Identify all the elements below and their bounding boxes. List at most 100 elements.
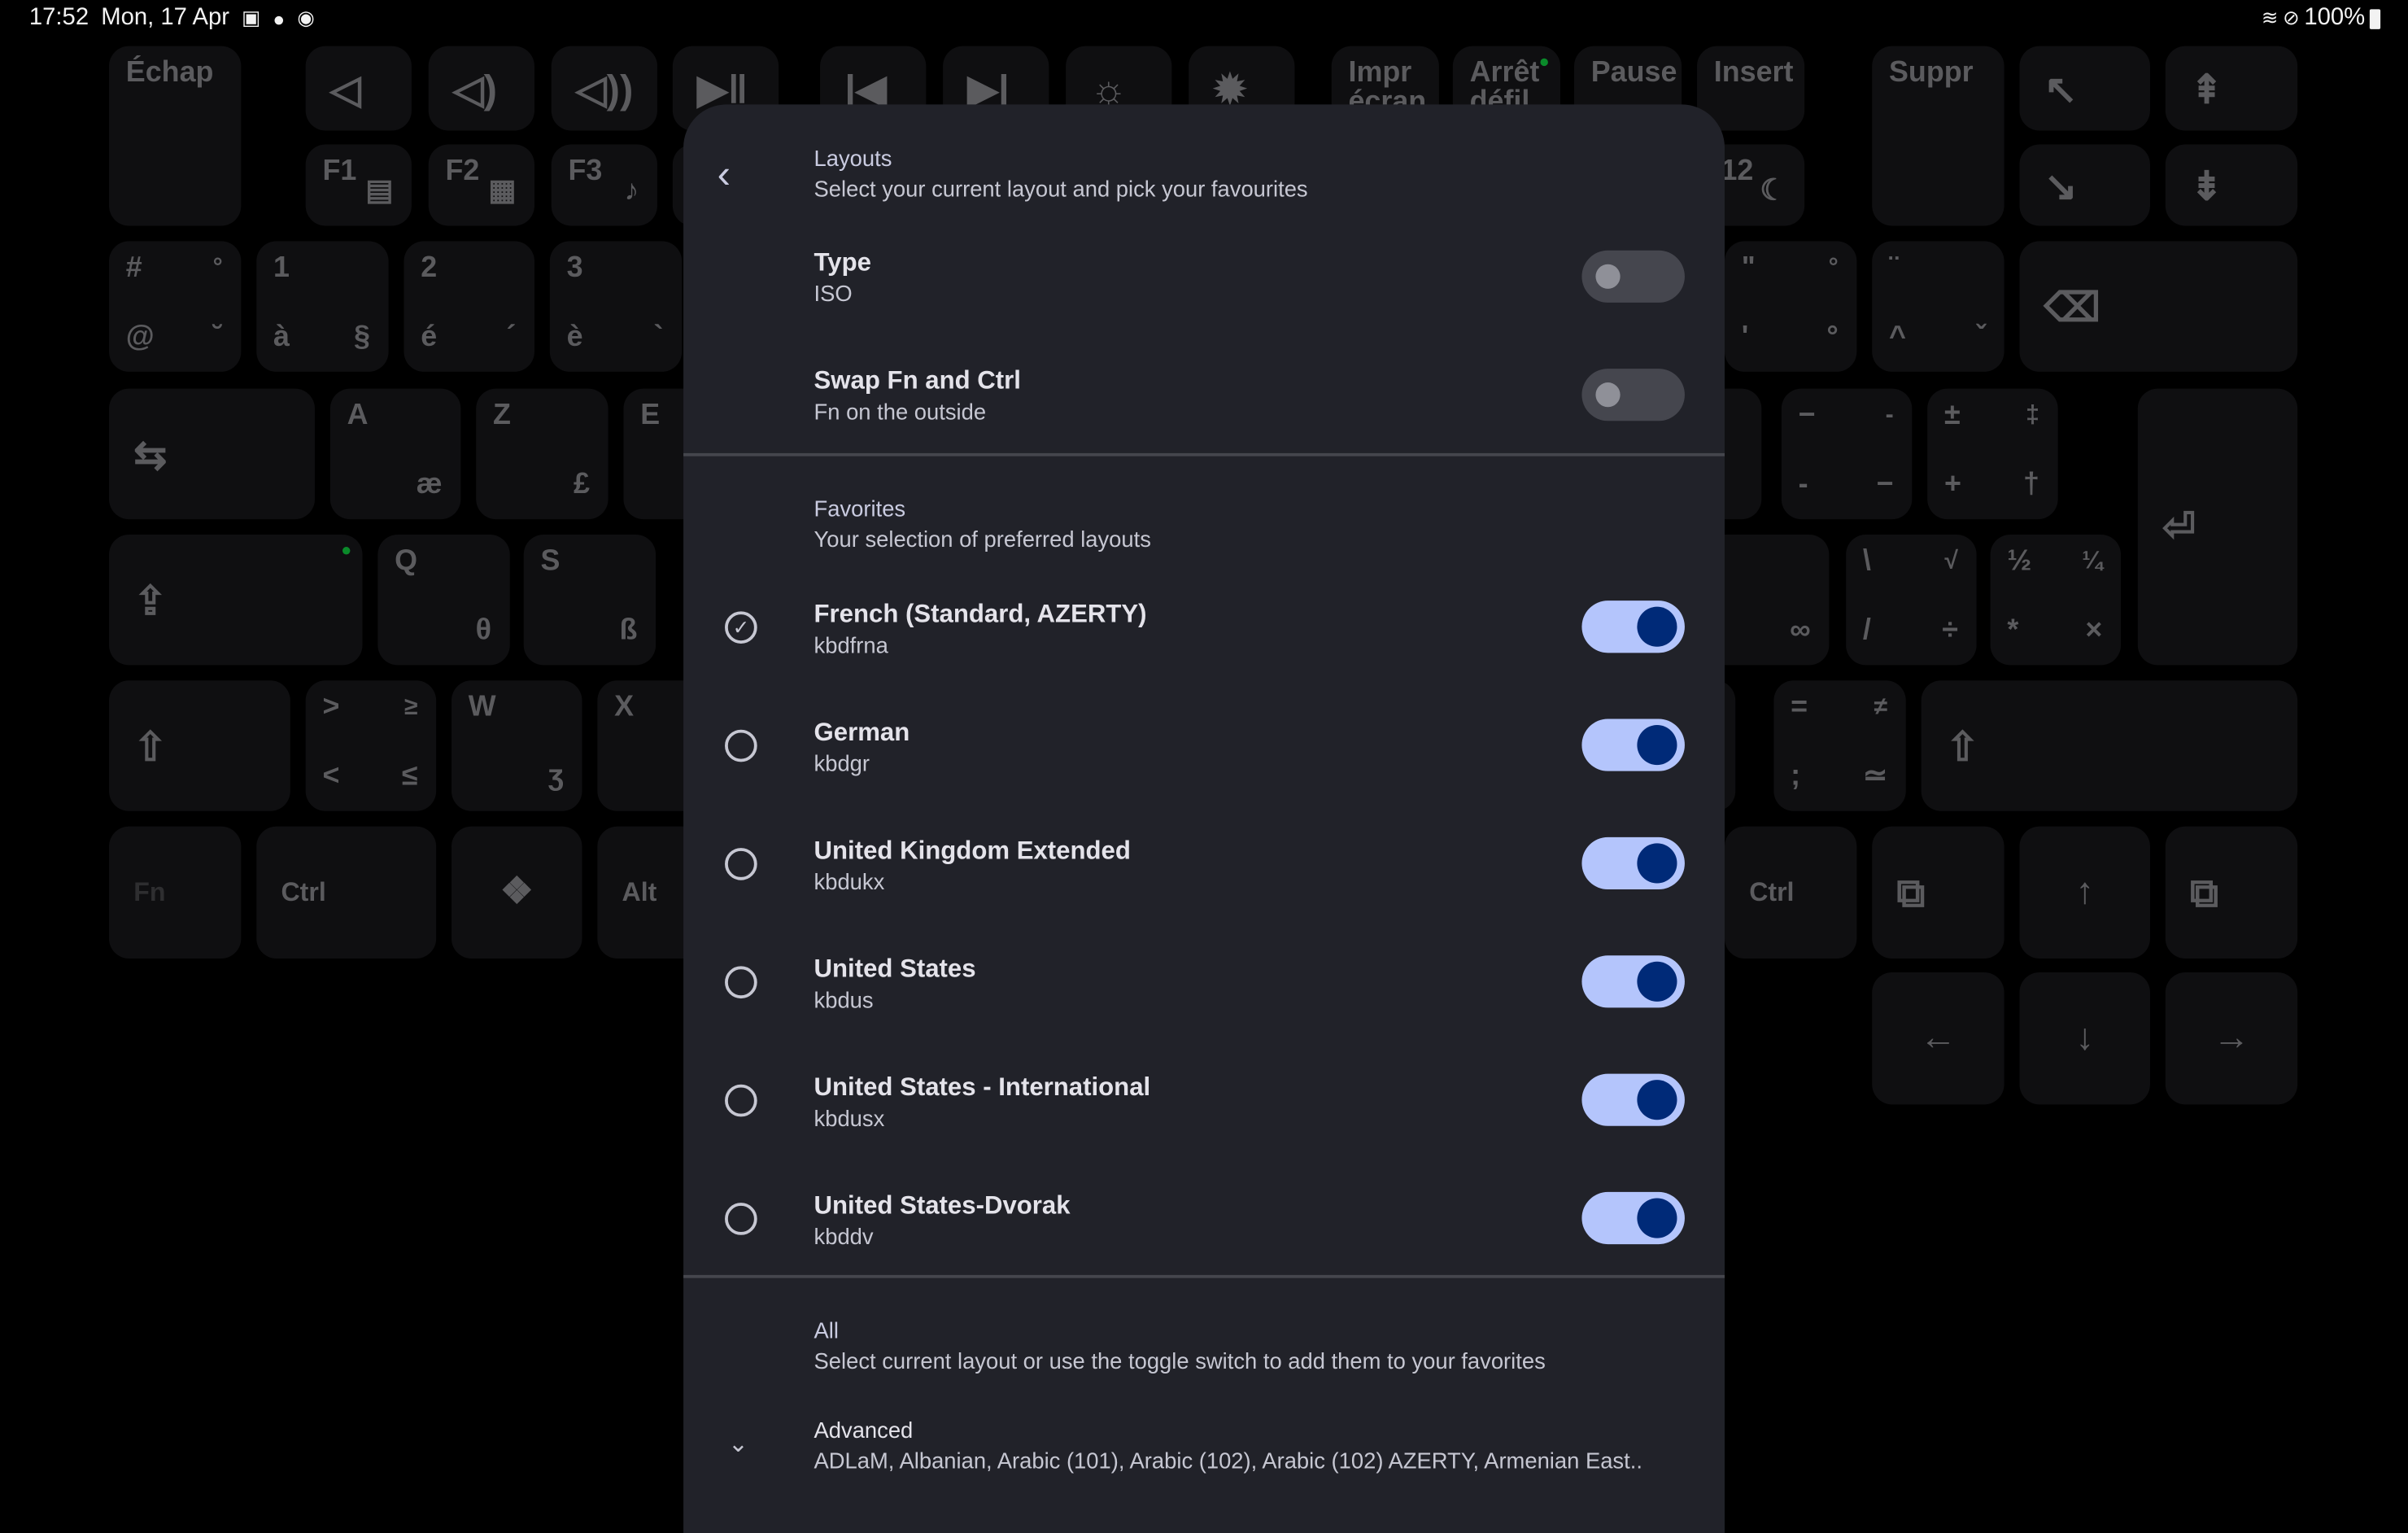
favorite-toggle[interactable] [1581, 1073, 1685, 1126]
key[interactable]: Suppr [1872, 46, 2004, 226]
key-label: \ [1862, 545, 1871, 578]
layout-name: United States-Dvorak [814, 1191, 1071, 1220]
toggle-knob [1637, 961, 1677, 1002]
layout-name: United Kingdom Extended [814, 836, 1131, 865]
tab-icon: ⇆ [133, 430, 168, 478]
key[interactable]: " ° ' ° [1724, 241, 1857, 372]
key[interactable]: F2 ▦ [428, 144, 534, 226]
key-label: Échap [125, 56, 214, 90]
key[interactable]: ⌫ [2019, 241, 2298, 372]
key[interactable]: ❖ [452, 826, 582, 959]
caps-lock-icon: ⇪ [133, 576, 168, 623]
radio-icon[interactable] [725, 966, 757, 999]
key[interactable]: ◁ [305, 46, 412, 131]
key[interactable]: = ≠; ≃ [1773, 680, 1906, 811]
key-label: § [353, 321, 370, 354]
key[interactable]: > ≥ < ≤ [305, 680, 437, 811]
key[interactable]: Wʒ [452, 680, 582, 811]
key[interactable]: # ° @ ˘ [109, 241, 242, 372]
key-label: é [421, 321, 438, 354]
key-label: @ [125, 321, 155, 354]
wifi-icon: ≋ [2261, 6, 2279, 29]
key-label: E [640, 399, 661, 432]
key[interactable]: Aæ [329, 388, 461, 520]
key[interactable]: ⇧ [109, 680, 290, 811]
key[interactable]: ⇟ [2165, 144, 2298, 226]
type-toggle[interactable] [1581, 250, 1685, 303]
setting-title: Swap Fn and Ctrl [814, 367, 1021, 395]
key[interactable]: ⇆ [109, 388, 315, 520]
backspace-icon: ⌫ [2044, 283, 2101, 330]
favorite-toggle[interactable] [1581, 836, 1685, 890]
advanced-summary: ADLaM, Albanian, Arabic (101), Arabic (1… [814, 1450, 1642, 1475]
key[interactable]: ← [1872, 972, 2004, 1105]
key[interactable]: ↓ [2019, 972, 2150, 1105]
key[interactable]: − - - − [1781, 388, 1913, 520]
key-label: √ [1944, 548, 1958, 575]
key[interactable]: Ctrl [256, 826, 437, 959]
windows-icon: ❖ [499, 871, 534, 913]
key[interactable]: → [2165, 972, 2298, 1105]
key[interactable]: ◁)) [551, 46, 657, 131]
key[interactable]: Échap [109, 46, 242, 226]
key-label: ^ [1888, 321, 1906, 354]
key-label: > [322, 691, 340, 724]
key[interactable]: Ctrl [1724, 826, 1857, 959]
swap-fn-ctrl-toggle[interactable] [1581, 369, 1685, 421]
key-label: ± [1943, 399, 1961, 432]
key[interactable]: ± ‡ + † [1927, 388, 2058, 520]
key-label: ; [1791, 760, 1801, 793]
key[interactable]: ⇧ [1921, 680, 2298, 811]
key[interactable]: ⇪ [109, 534, 363, 666]
favorite-toggle[interactable] [1581, 955, 1685, 1008]
key[interactable]: Qθ [377, 534, 510, 666]
key[interactable]: 3 è ` [549, 241, 683, 372]
key[interactable]: ⧉ [1872, 826, 2004, 959]
key[interactable]: ¨ ^ ˇ [1872, 241, 2004, 372]
key[interactable]: ↖ [2019, 46, 2150, 131]
radio-icon[interactable] [725, 1084, 757, 1117]
key[interactable]: 2 é ´ [404, 241, 534, 372]
favorite-toggle[interactable] [1581, 601, 1685, 653]
key[interactable]: Sß [523, 534, 657, 666]
key[interactable]: Fn [109, 826, 242, 959]
brightness-up-icon: ✹ [1213, 65, 1247, 111]
key[interactable]: 1 à § [256, 241, 389, 372]
key-label: † [2023, 468, 2039, 501]
key[interactable]: F3 ♪ [551, 144, 657, 226]
key[interactable]: \ √ / ÷ [1846, 534, 1977, 666]
setting-value: Fn on the outside [814, 400, 987, 426]
key[interactable]: ⇞ [2165, 46, 2298, 131]
key[interactable]: ↑ [2019, 826, 2150, 959]
enter-icon: ⏎ [2162, 504, 2196, 550]
key-label: ß [619, 614, 638, 647]
key-label: Ctrl [281, 877, 326, 907]
chevron-down-icon[interactable]: ⌄ [728, 1429, 748, 1460]
key[interactable]: F1 ▤ [305, 144, 412, 226]
radio-icon[interactable] [725, 1203, 757, 1235]
key[interactable]: ◁) [428, 46, 534, 131]
end-icon: ↘ [2044, 162, 2078, 208]
volume-down-icon: ◁) [452, 65, 497, 111]
bulb-icon: ● [273, 7, 286, 30]
key[interactable]: ↘ [2019, 144, 2150, 226]
key[interactable]: ⏎ [2137, 388, 2298, 666]
radio-checked-icon[interactable]: ✓ [725, 611, 757, 644]
key-label: ʒ [547, 760, 564, 793]
favorite-toggle[interactable] [1581, 1191, 1685, 1245]
key-label: ≤ [401, 760, 418, 793]
favorite-toggle[interactable] [1581, 718, 1685, 771]
dialog-title: Layouts [814, 147, 892, 173]
key[interactable]: Z £ [476, 388, 609, 520]
layout-id: kbddv [814, 1225, 874, 1251]
favorites-heading: Favorites [814, 497, 906, 522]
key-label: ° [1826, 321, 1839, 354]
key-label: ♪ [624, 175, 639, 207]
chevron-left-icon[interactable]: ‹ [718, 151, 731, 199]
radio-icon[interactable] [725, 729, 757, 762]
key[interactable]: ⧉ [2165, 826, 2298, 959]
arrow-down-icon: ↓ [2075, 1016, 2095, 1059]
key[interactable]: ½ ¼ * × [1990, 534, 2122, 666]
arrow-right-icon: → [2213, 1016, 2250, 1059]
radio-icon[interactable] [725, 848, 757, 880]
